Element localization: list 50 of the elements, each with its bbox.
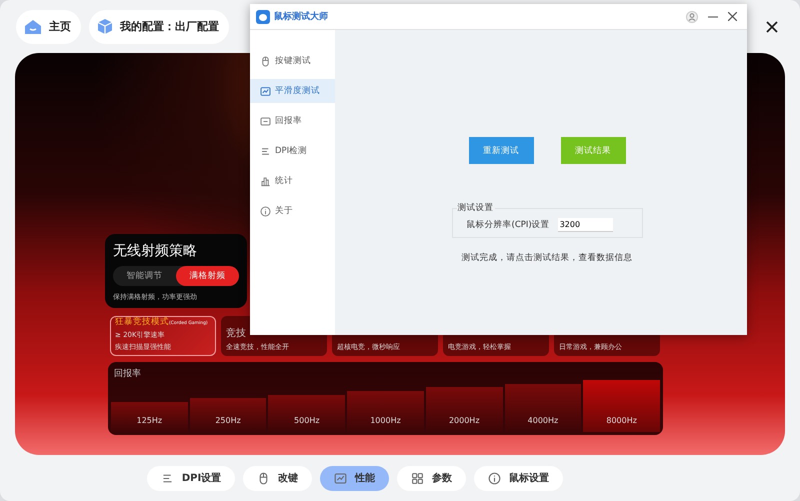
user-icon[interactable] — [686, 10, 698, 22]
nav-tab[interactable]: 参数 — [397, 466, 466, 490]
home-icon — [24, 18, 42, 34]
toggle-option[interactable]: 满格射频 — [176, 266, 239, 286]
bars-icon — [260, 146, 271, 156]
mode-title: 竞技 — [226, 327, 247, 340]
rate-option[interactable]: 2000Hz — [426, 387, 503, 432]
close-icon — [766, 20, 778, 32]
config-label: 我的配置：出厂配置 — [120, 19, 219, 34]
info-icon — [260, 206, 271, 216]
nav-tab[interactable]: 鼠标设置 — [474, 466, 564, 490]
rate-option[interactable]: 1000Hz — [347, 391, 424, 432]
rate-option[interactable]: 250Hz — [190, 398, 266, 432]
sidebar-item[interactable]: 关于 — [250, 199, 335, 223]
chart-icon — [334, 472, 348, 484]
grid-icon — [411, 472, 424, 484]
bars-icon — [160, 472, 174, 484]
status-message: 测试完成，请点击测试结果，查看数据信息 — [462, 252, 632, 264]
close-icon[interactable] — [728, 12, 737, 21]
bar-chart-icon — [260, 176, 271, 186]
minimize-icon[interactable] — [708, 16, 718, 18]
info-icon — [488, 472, 502, 484]
home-button[interactable]: 主页 — [16, 10, 81, 44]
cube-icon — [97, 18, 113, 35]
config-button[interactable]: 我的配置：出厂配置 — [89, 10, 229, 44]
nav-tab[interactable]: DPI设置 — [146, 466, 236, 490]
mouse-icon — [260, 56, 271, 66]
chart-icon — [260, 86, 271, 96]
cpi-input[interactable]: 3200 — [558, 218, 613, 232]
nav-tab[interactable]: 改键 — [243, 466, 312, 490]
card-title: 无线射频策略 — [113, 242, 198, 260]
nav-tab[interactable]: 性能 — [320, 466, 390, 490]
group-title: 测试设置 — [456, 202, 494, 214]
sidebar-item[interactable]: 回报率 — [250, 109, 335, 133]
field-label: 鼠标分辨率(CPI)设置 — [466, 219, 550, 231]
rate-option[interactable]: 500Hz — [268, 394, 346, 432]
monitor-icon — [260, 116, 271, 126]
rate-option[interactable]: 8000Hz — [583, 380, 660, 432]
home-label: 主页 — [49, 19, 71, 34]
app-logo-icon — [256, 10, 270, 24]
window-title: 鼠标测试大师 — [274, 10, 328, 23]
sidebar-item[interactable]: DPI检测 — [250, 139, 335, 163]
sidebar-item[interactable]: 平滑度测试 — [250, 79, 335, 103]
rate-option[interactable]: 125Hz — [111, 402, 188, 432]
sidebar-item[interactable]: 按键测试 — [250, 49, 335, 73]
rate-option[interactable]: 4000Hz — [504, 384, 582, 432]
panel-title: 回报率 — [113, 368, 142, 380]
toggle-option[interactable]: 智能调节 — [113, 266, 176, 286]
sidebar-item[interactable]: 统计 — [250, 169, 335, 193]
mouse-icon — [257, 472, 270, 484]
